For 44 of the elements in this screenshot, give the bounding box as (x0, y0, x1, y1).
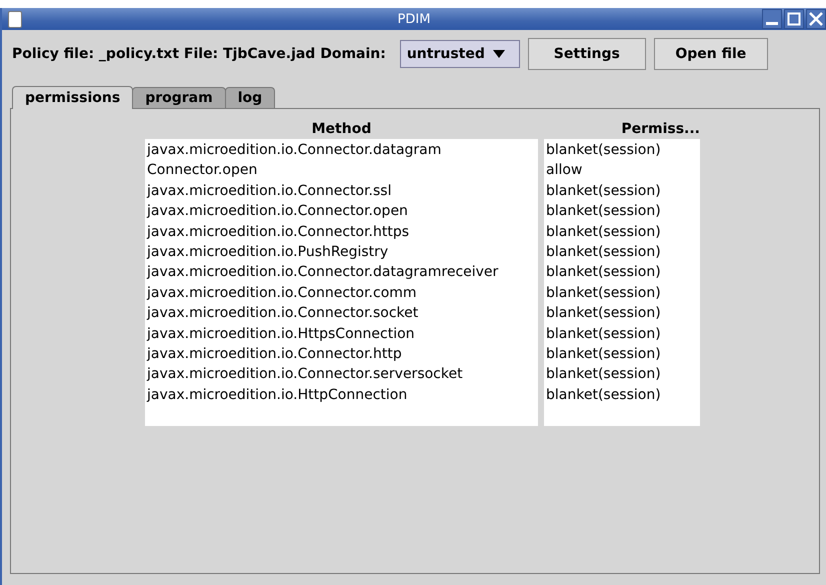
method-cell-text: javax.microedition.io.PushRegistry (146, 242, 390, 262)
column-header[interactable]: Permiss... (544, 119, 700, 139)
permission-cell-text: blanket(session) (545, 222, 662, 242)
method-cell-text: Connector.open (146, 161, 258, 180)
window-icon (8, 10, 22, 28)
permission-cell-text: blanket(session) (545, 284, 662, 303)
method-cell-text: javax.microedition.io.HttpConnection (146, 386, 408, 405)
file-info-label: Policy file: _policy.txt File: TjbCave.jad Domain: (12, 46, 386, 62)
permission-cell-text: blanket(session) (545, 263, 662, 282)
method-cell-text: javax.microedition.io.Connector.https (146, 222, 410, 242)
open-file-button[interactable]: Open file (654, 38, 768, 70)
method-cell-text: javax.microedition.io.HttpsConnection (146, 324, 416, 344)
permission-cell-text: blanket(session) (545, 386, 662, 405)
column-header[interactable]: Method (145, 119, 538, 139)
maximize-button[interactable] (784, 9, 804, 29)
permission-cell-text: allow (545, 161, 584, 180)
caret-icon (492, 50, 505, 58)
maximize-icon (787, 12, 801, 26)
tab[interactable]: log (224, 87, 276, 108)
permission-cell-text: blanket(session) (545, 141, 662, 160)
method-cell-text: javax.microedition.io.Connector.comm (146, 284, 418, 303)
close-icon (809, 12, 823, 26)
method-cell-text: javax.microedition.io.Connector.datagramreceiver (146, 263, 500, 282)
method-cell-text: javax.microedition.io.Connector.http (146, 344, 403, 364)
permission-cell-text: blanket(session) (545, 242, 662, 262)
method-cell-text: javax.microedition.io.Connector.ssl (146, 182, 392, 201)
permission-cell-text: blanket(session) (545, 304, 662, 324)
method-cell-text: javax.microedition.io.Connector.serversocket (146, 365, 464, 384)
permission-cell-text: blanket(session) (545, 324, 662, 344)
method-cell-text: javax.microedition.io.Connector.open (146, 202, 409, 222)
tab[interactable]: program (132, 87, 226, 108)
permission-cell-text: blanket(session) (545, 202, 662, 222)
method-cell-text: javax.microedition.io.Connector.socket (146, 304, 420, 324)
permission-cell-text: blanket(session) (545, 182, 662, 201)
minimize-icon (766, 22, 778, 25)
domain-dropdown[interactable]: untrusted (400, 40, 520, 68)
settings-button[interactable]: Settings (528, 38, 646, 70)
close-button[interactable] (806, 9, 826, 29)
permission-cell-text: blanket(session) (545, 365, 662, 384)
permission-cell-text: blanket(session) (545, 344, 662, 364)
method-cell-text: javax.microedition.io.Connector.datagram (146, 141, 442, 160)
tab[interactable]: permissions (12, 86, 134, 109)
window-title: PDIM (398, 12, 430, 26)
minimize-button[interactable] (762, 9, 782, 29)
